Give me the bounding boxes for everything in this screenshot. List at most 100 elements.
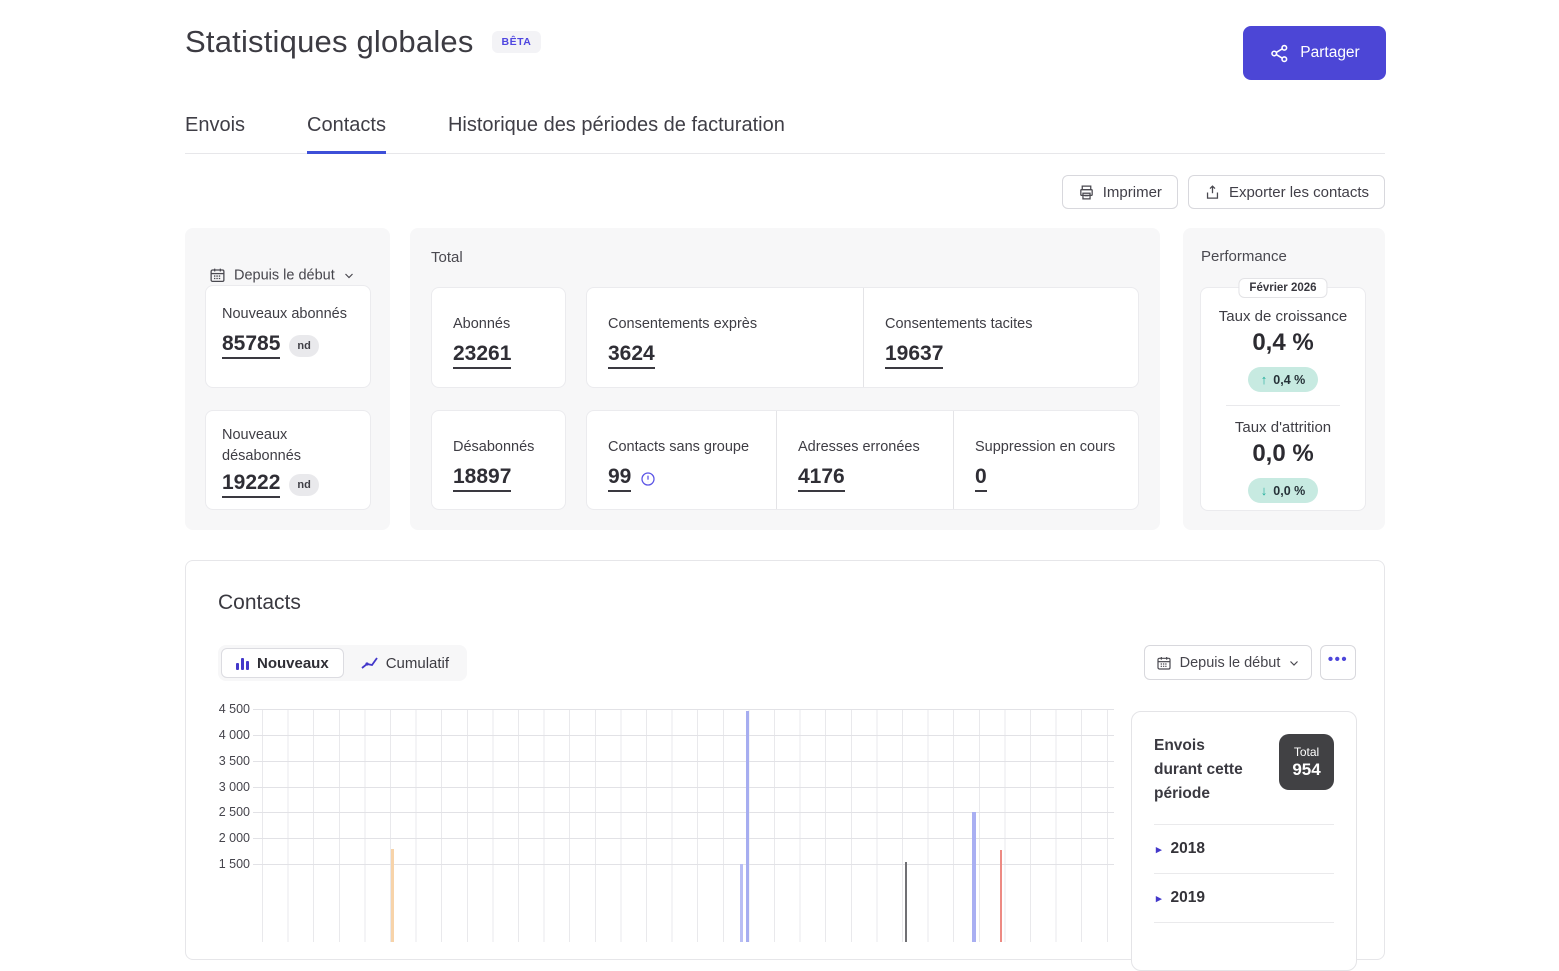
- deletion-in-progress-cell: Suppression en cours 0: [953, 411, 1140, 509]
- toggle-nouveaux-label: Nouveaux: [257, 655, 329, 672]
- performance-card: Février 2026 Taux de croissance 0,4 % ↑ …: [1200, 287, 1366, 511]
- chart-bar[interactable]: [391, 849, 394, 942]
- chart-plot-area: [253, 709, 1114, 942]
- period-dropdown[interactable]: Depuis le début: [209, 267, 355, 284]
- chevron-down-icon: [1288, 657, 1300, 669]
- print-button-label: Imprimer: [1103, 184, 1162, 201]
- calendar-icon: [1156, 655, 1172, 671]
- tab-contacts[interactable]: Contacts: [307, 106, 386, 153]
- total-stats-panel: Total Abonnés 23261 Consentements exprès…: [410, 228, 1160, 530]
- year-label: 2019: [1171, 889, 1205, 907]
- subscribers-label: Abonnés: [453, 314, 565, 335]
- page-header: Statistiques globales BÊTA: [185, 24, 541, 60]
- toggle-nouveaux[interactable]: Nouveaux: [221, 648, 344, 678]
- performance-panel: Performance Février 2026 Taux de croissa…: [1183, 228, 1385, 530]
- express-consents-label: Consentements exprès: [608, 314, 863, 335]
- year-expander-2018[interactable]: ▸ 2018: [1154, 825, 1334, 874]
- chevron-down-icon: [343, 269, 355, 281]
- chart-period-dropdown[interactable]: Depuis le début: [1144, 645, 1312, 680]
- period-dropdown-label: Depuis le début: [234, 267, 335, 283]
- y-tick-label: 3 000: [219, 780, 250, 794]
- tacit-consents-label: Consentements tacites: [885, 314, 1140, 335]
- unsubscribed-label: Désabonnés: [453, 437, 565, 458]
- y-tick-label: 4 500: [219, 702, 250, 716]
- y-tick-label: 1 500: [219, 857, 250, 871]
- total-panel-title: Total: [431, 249, 463, 266]
- h-gridline: [253, 838, 1114, 839]
- tacit-consents-value[interactable]: 19637: [885, 342, 943, 369]
- period-stats-panel: Depuis le début Nouveaux abonnés 85785 n…: [185, 228, 390, 530]
- chart-bar[interactable]: [972, 812, 976, 942]
- arrow-down-icon: ↓: [1261, 483, 1268, 498]
- share-button[interactable]: Partager: [1243, 26, 1386, 80]
- contacts-without-group-value[interactable]: 99: [608, 465, 631, 492]
- divider: [1226, 405, 1341, 406]
- subscribers-value[interactable]: 23261: [453, 342, 511, 369]
- export-icon: [1204, 184, 1221, 201]
- attrition-rate-label: Taux d'attrition: [1201, 419, 1365, 436]
- deletion-in-progress-label: Suppression en cours: [975, 437, 1140, 458]
- h-gridline: [253, 864, 1114, 865]
- chart-bar[interactable]: [905, 862, 907, 943]
- triangle-right-icon: ▸: [1156, 843, 1162, 856]
- tab-historique-facturation[interactable]: Historique des périodes de facturation: [448, 106, 785, 153]
- consents-card: Consentements exprès 3624 Consentements …: [586, 287, 1139, 388]
- wrong-addresses-cell: Adresses erronées 4176: [776, 411, 953, 509]
- new-unsubscribers-value[interactable]: 19222: [222, 471, 280, 498]
- new-subscribers-label: Nouveaux abonnés: [222, 304, 354, 325]
- wrong-addresses-value[interactable]: 4176: [798, 465, 845, 492]
- warning-icon[interactable]: [640, 471, 656, 487]
- unsubscribed-value[interactable]: 18897: [453, 465, 511, 492]
- y-tick-label: 4 000: [219, 728, 250, 742]
- tacit-consents-cell: Consentements tacites 19637: [863, 288, 1140, 387]
- toolbar: Imprimer Exporter les contacts: [1062, 175, 1385, 209]
- toggle-cumulatif[interactable]: Cumulatif: [346, 648, 464, 678]
- growth-rate-value: 0,4 %: [1201, 329, 1365, 357]
- attrition-rate-delta-badge: ↓ 0,0 %: [1248, 478, 1318, 503]
- h-gridline: [253, 709, 1114, 710]
- chart-period-dropdown-label: Depuis le début: [1180, 655, 1281, 671]
- print-button[interactable]: Imprimer: [1062, 175, 1178, 209]
- nd-badge: nd: [289, 335, 318, 357]
- new-subscribers-value[interactable]: 85785: [222, 332, 280, 359]
- contacts-section-title: Contacts: [218, 591, 301, 615]
- attrition-rate-value: 0,0 %: [1201, 440, 1365, 468]
- total-badge-value: 954: [1292, 760, 1320, 780]
- total-badge-label: Total: [1294, 745, 1319, 759]
- page-title: Statistiques globales: [185, 24, 474, 60]
- envois-period-card: Envois durant cette période Total 954 ▸ …: [1131, 711, 1357, 971]
- other-stats-card: Contacts sans groupe 99 Adresses erronée…: [586, 410, 1139, 510]
- share-icon: [1269, 43, 1290, 64]
- printer-icon: [1078, 184, 1095, 201]
- calendar-icon: [209, 267, 226, 284]
- deletion-in-progress-value[interactable]: 0: [975, 465, 987, 492]
- new-subscribers-card: Nouveaux abonnés 85785 nd: [205, 285, 371, 388]
- wrong-addresses-label: Adresses erronées: [798, 437, 953, 458]
- envois-period-title: Envois durant cette période: [1154, 734, 1254, 806]
- more-options-button[interactable]: •••: [1320, 645, 1356, 680]
- contacts-without-group-label: Contacts sans groupe: [608, 437, 776, 458]
- y-tick-label: 3 500: [219, 754, 250, 768]
- export-contacts-button[interactable]: Exporter les contacts: [1188, 175, 1385, 209]
- share-button-label: Partager: [1300, 44, 1359, 62]
- export-button-label: Exporter les contacts: [1229, 184, 1369, 201]
- contacts-chart-card: Contacts Nouveaux Cumulatif: [185, 560, 1385, 960]
- growth-rate-delta-badge: ↑ 0,4 %: [1248, 367, 1318, 392]
- contacts-without-group-cell: Contacts sans groupe 99: [587, 411, 776, 509]
- y-tick-label: 2 000: [219, 831, 250, 845]
- nd-badge: nd: [289, 474, 318, 496]
- chart-bar[interactable]: [746, 711, 749, 942]
- year-expander-2019[interactable]: ▸ 2019: [1154, 874, 1334, 923]
- performance-title: Performance: [1201, 248, 1287, 265]
- performance-period-label: Février 2026: [1238, 278, 1327, 298]
- bar-chart-icon: [236, 657, 249, 670]
- chart-bar[interactable]: [740, 864, 743, 942]
- year-label: 2018: [1171, 840, 1205, 858]
- subscribers-card: Abonnés 23261: [431, 287, 566, 388]
- h-gridline: [253, 787, 1114, 788]
- attrition-rate-delta: 0,0 %: [1273, 484, 1305, 498]
- unsubscribed-card: Désabonnés 18897: [431, 410, 566, 510]
- chart-bar[interactable]: [1000, 850, 1002, 942]
- tab-envois[interactable]: Envois: [185, 106, 245, 153]
- express-consents-value[interactable]: 3624: [608, 342, 655, 369]
